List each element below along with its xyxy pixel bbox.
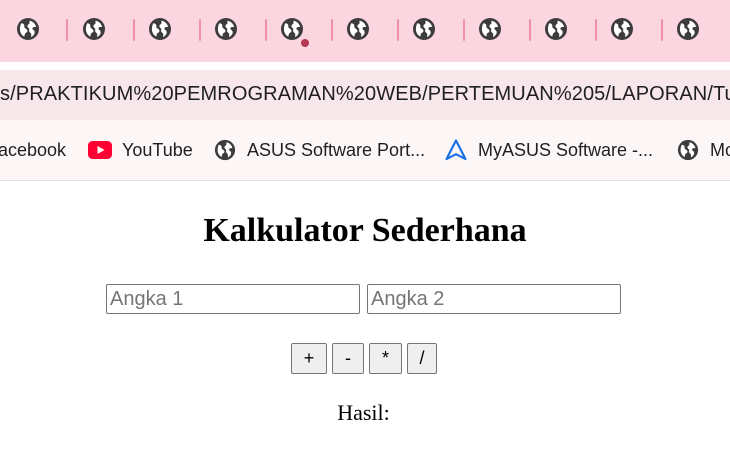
- tab-2-globe-icon[interactable]: [82, 17, 106, 41]
- page-title: Kalkulator Sederhana: [203, 212, 527, 249]
- myasus-icon: [444, 138, 468, 162]
- result-label: Hasil:: [337, 400, 390, 425]
- bookmark-label: ASUS Software Port...: [247, 139, 426, 160]
- tab-activity-dot: [301, 39, 309, 47]
- bookmarks-bar: acebook YouTube ASUS Software Port... My…: [0, 120, 730, 181]
- number-2-input[interactable]: [367, 284, 621, 314]
- divide-button[interactable]: /: [407, 343, 437, 374]
- bookmark-youtube[interactable]: YouTube: [88, 138, 193, 162]
- bookmark-label: acebook: [0, 139, 67, 160]
- bookmark-mo[interactable]: Mo: [676, 138, 730, 162]
- bookmark-label: MyASUS Software -...: [478, 139, 654, 160]
- tab-6-globe-icon[interactable]: [346, 17, 370, 41]
- tab-separator: [463, 19, 465, 41]
- address-bar[interactable]: s/PRAKTIKUM%20PEMROGRAMAN%20WEB/PERTEMUA…: [0, 70, 730, 120]
- number-1-input[interactable]: [106, 284, 360, 314]
- tab-separator: [595, 19, 597, 41]
- tab-9-globe-icon[interactable]: [544, 17, 568, 41]
- tab-4-globe-icon[interactable]: [214, 17, 238, 41]
- tab-8-globe-icon[interactable]: [478, 17, 502, 41]
- globe-icon: [213, 138, 237, 162]
- tab-7-globe-icon[interactable]: [412, 17, 436, 41]
- tab-1-globe-icon[interactable]: [16, 17, 40, 41]
- tab-separator: [265, 19, 267, 41]
- tab-separator: [397, 19, 399, 41]
- globe-icon: [676, 138, 700, 162]
- bookmark-label: Mo: [710, 139, 730, 160]
- bookmark-label: YouTube: [122, 139, 193, 160]
- subtract-button[interactable]: -: [332, 343, 364, 374]
- bookmark-facebook[interactable]: acebook: [0, 138, 66, 162]
- tab-separator: [331, 19, 333, 41]
- tab-5-globe-icon[interactable]: [280, 17, 304, 41]
- bookmark-myasus-software[interactable]: MyASUS Software -...: [444, 138, 653, 162]
- tab-separator: [133, 19, 135, 41]
- tab-11-globe-icon[interactable]: [676, 17, 700, 41]
- tab-separator: [529, 19, 531, 41]
- tab-separator: [661, 19, 663, 41]
- youtube-icon: [88, 138, 112, 162]
- tab-separator: [66, 19, 68, 41]
- tab-strip: [0, 0, 730, 62]
- bookmark-asus-software-portal[interactable]: ASUS Software Port...: [213, 138, 425, 162]
- tab-10-globe-icon[interactable]: [610, 17, 634, 41]
- tab-separator: [199, 19, 201, 41]
- multiply-button[interactable]: *: [369, 343, 402, 374]
- add-button[interactable]: +: [291, 343, 327, 374]
- url-text[interactable]: s/PRAKTIKUM%20PEMROGRAMAN%20WEB/PERTEMUA…: [0, 83, 730, 106]
- tab-3-globe-icon[interactable]: [148, 17, 172, 41]
